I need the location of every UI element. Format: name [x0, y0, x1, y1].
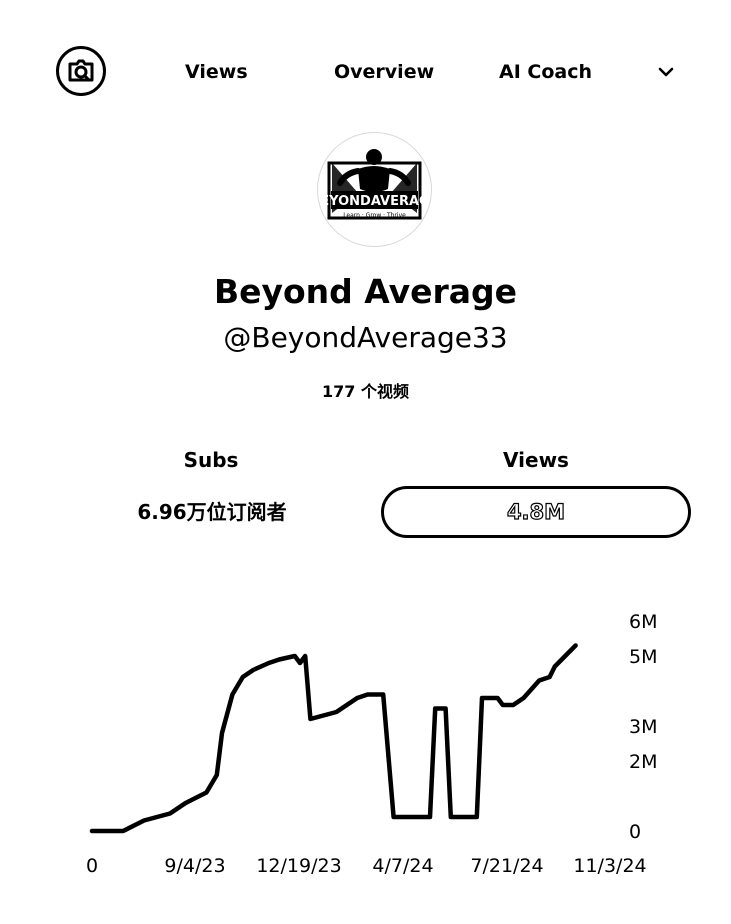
muscle-man-logo: BEYONDAVERAGE Learn · Grow · Thrive [318, 149, 431, 220]
tab-ai-coach[interactable]: AI Coach [499, 58, 592, 86]
channel-name: Beyond Average [213, 272, 518, 311]
y-tick-label: 3M [629, 716, 657, 738]
x-tick-label: 4/7/24 [372, 855, 433, 877]
video-count: 177 个视频 [322, 382, 409, 401]
y-tick-label: 0 [629, 821, 641, 843]
views-value-button[interactable]: 4.8M [381, 486, 691, 538]
tab-views[interactable]: Views [185, 58, 248, 86]
series-line [89, 643, 578, 834]
avatar-logo-text: BEYONDAVERAGE [318, 194, 431, 209]
subs-label: Subs [183, 448, 239, 472]
x-axis-ticks: 0 9/4/23 12/19/23 4/7/24 7/21/24 11/3/24 [86, 855, 647, 877]
views-line-chart: 0 2M 3M 5M 6M 0 9/4/23 12/19/23 4/7/24 7/21/24 11… [86, 611, 658, 877]
camera-search-icon [68, 59, 94, 82]
channel-avatar: BEYONDAVERAGE Learn · Grow · Thrive [318, 133, 431, 246]
chevron-down-icon [658, 67, 674, 77]
y-axis-ticks: 0 2M 3M 5M 6M [629, 611, 657, 843]
menu-dropdown-button[interactable] [652, 58, 680, 86]
y-tick-label: 6M [629, 611, 657, 633]
x-tick-label: 11/3/24 [573, 855, 646, 877]
avatar-logo-tagline: Learn · Grow · Thrive [343, 212, 406, 219]
x-tick-label: 9/4/23 [164, 855, 225, 877]
tab-overview[interactable]: Overview [334, 58, 434, 86]
y-tick-label: 2M [629, 751, 657, 773]
x-tick-label: 0 [86, 855, 98, 877]
y-tick-label: 5M [629, 646, 657, 668]
channel-handle: @BeyondAverage33 [223, 321, 508, 354]
app-logo-button[interactable] [56, 46, 106, 96]
views-label: Views [503, 448, 569, 472]
x-tick-label: 12/19/23 [256, 855, 341, 877]
subs-value: 6.96万位订阅者 [137, 500, 287, 524]
x-tick-label: 7/21/24 [470, 855, 543, 877]
